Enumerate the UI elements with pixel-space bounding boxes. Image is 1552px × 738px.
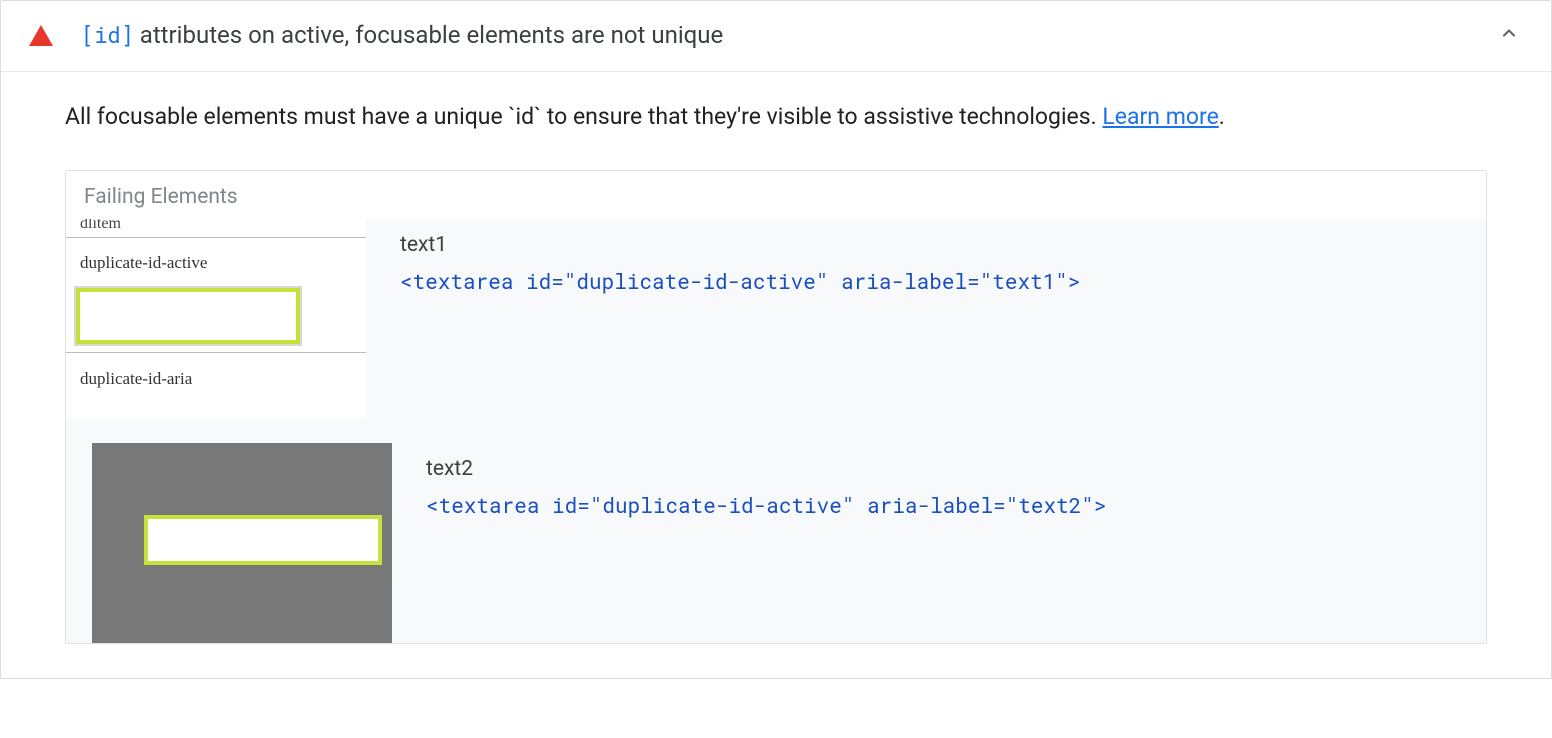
failing-element-details: text1 <textarea id="duplicate-id-active"… [400, 219, 1081, 295]
audit-body: All focusable elements must have a uniqu… [1, 72, 1551, 679]
thumb-label: dlitem [80, 219, 121, 233]
thumb-label: duplicate-id-active [80, 253, 207, 273]
failing-element-label: text1 [400, 233, 1081, 257]
element-thumbnail [92, 443, 392, 643]
audit-description-text: All focusable elements must have a uniqu… [65, 103, 1102, 130]
thumb-label: duplicate-id-aria [80, 369, 192, 389]
audit-description: All focusable elements must have a uniqu… [65, 100, 1487, 135]
audit-title: [id] attributes on active, focusable ele… [81, 19, 1491, 53]
thumb-highlighted-field [76, 288, 300, 344]
error-triangle-icon [29, 25, 53, 46]
failing-element-code: <textarea id="duplicate-id-active" aria-… [426, 491, 1107, 519]
audit-item: [id] attributes on active, focusable ele… [0, 0, 1552, 679]
audit-title-text: attributes on active, focusable elements… [134, 21, 723, 49]
failing-element-code: <textarea id="duplicate-id-active" aria-… [400, 267, 1081, 295]
learn-more-link[interactable]: Learn more [1102, 103, 1218, 130]
audit-title-code: [id] [81, 20, 134, 49]
failing-elements-header: Failing Elements [66, 171, 1486, 219]
failing-element-row[interactable]: dlitem duplicate-id-active duplicate-id-… [66, 219, 1486, 419]
thumb-highlighted-field [144, 515, 382, 565]
failing-element-label: text2 [426, 457, 1107, 481]
audit-header[interactable]: [id] attributes on active, focusable ele… [1, 1, 1551, 72]
chevron-up-icon[interactable] [1491, 23, 1527, 48]
failing-elements-panel: Failing Elements dlitem duplicate-id-act… [65, 170, 1487, 644]
element-thumbnail: dlitem duplicate-id-active duplicate-id-… [66, 219, 366, 419]
failing-elements-list: dlitem duplicate-id-active duplicate-id-… [66, 219, 1486, 643]
audit-description-period: . [1219, 103, 1225, 130]
failing-element-details: text2 <textarea id="duplicate-id-active"… [426, 443, 1107, 519]
failing-element-row[interactable]: text2 <textarea id="duplicate-id-active"… [66, 443, 1486, 643]
